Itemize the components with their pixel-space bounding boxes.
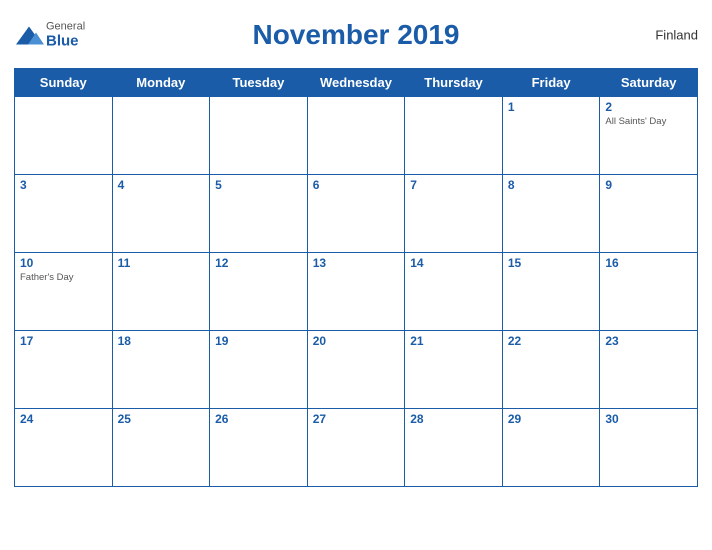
day-number: 22 xyxy=(508,334,595,348)
calendar-day-cell: 27 xyxy=(307,409,405,487)
calendar-day-cell: 6 xyxy=(307,175,405,253)
day-number: 16 xyxy=(605,256,692,270)
logo: General Blue xyxy=(14,21,85,50)
country-label: Finland xyxy=(655,28,698,43)
header-sunday: Sunday xyxy=(15,69,113,97)
calendar-day-cell: 24 xyxy=(15,409,113,487)
calendar-grid: Sunday Monday Tuesday Wednesday Thursday… xyxy=(14,68,698,487)
holiday-label: All Saints' Day xyxy=(605,116,692,127)
logo-blue-text: Blue xyxy=(46,33,79,50)
calendar-day-cell: 13 xyxy=(307,253,405,331)
calendar-day-cell: 10 Father's Day xyxy=(15,253,113,331)
day-number: 15 xyxy=(508,256,595,270)
calendar-day-cell: 17 xyxy=(15,331,113,409)
calendar-day-cell xyxy=(15,97,113,175)
calendar-day-cell: 4 xyxy=(112,175,210,253)
day-number: 27 xyxy=(313,412,400,426)
day-number: 23 xyxy=(605,334,692,348)
day-number: 10 xyxy=(20,256,107,270)
day-number: 7 xyxy=(410,178,497,192)
logo-general-text: General xyxy=(46,21,85,33)
day-number: 2 xyxy=(605,100,692,114)
header-thursday: Thursday xyxy=(405,69,503,97)
holiday-label: Father's Day xyxy=(20,272,107,283)
logo-text: General Blue xyxy=(46,21,85,50)
calendar-day-cell xyxy=(405,97,503,175)
calendar-day-cell: 11 xyxy=(112,253,210,331)
day-number: 8 xyxy=(508,178,595,192)
day-number: 18 xyxy=(118,334,205,348)
day-number: 19 xyxy=(215,334,302,348)
header-friday: Friday xyxy=(502,69,600,97)
calendar-day-cell: 12 xyxy=(210,253,308,331)
day-number: 5 xyxy=(215,178,302,192)
day-number: 9 xyxy=(605,178,692,192)
calendar-day-cell: 9 xyxy=(600,175,698,253)
calendar-day-cell: 30 xyxy=(600,409,698,487)
calendar-day-cell: 29 xyxy=(502,409,600,487)
calendar-title: November 2019 xyxy=(252,19,459,51)
day-number: 6 xyxy=(313,178,400,192)
calendar-week-row: 17 18 19 20 21 22 23 xyxy=(15,331,698,409)
logo-mountain-icon xyxy=(14,24,44,46)
calendar-day-cell: 7 xyxy=(405,175,503,253)
calendar-day-cell: 2 All Saints' Day xyxy=(600,97,698,175)
calendar-container: General Blue November 2019 Finland Sunda… xyxy=(0,0,712,550)
day-number: 20 xyxy=(313,334,400,348)
calendar-day-cell: 20 xyxy=(307,331,405,409)
calendar-day-cell: 1 xyxy=(502,97,600,175)
day-number: 28 xyxy=(410,412,497,426)
calendar-week-row: 3456789 xyxy=(15,175,698,253)
day-number: 30 xyxy=(605,412,692,426)
day-number: 12 xyxy=(215,256,302,270)
header-monday: Monday xyxy=(112,69,210,97)
calendar-day-cell: 18 xyxy=(112,331,210,409)
weekday-header-row: Sunday Monday Tuesday Wednesday Thursday… xyxy=(15,69,698,97)
day-number: 29 xyxy=(508,412,595,426)
day-number: 13 xyxy=(313,256,400,270)
day-number: 24 xyxy=(20,412,107,426)
day-number: 1 xyxy=(508,100,595,114)
calendar-day-cell: 23 xyxy=(600,331,698,409)
day-number: 3 xyxy=(20,178,107,192)
calendar-week-row: 12 All Saints' Day xyxy=(15,97,698,175)
calendar-day-cell: 28 xyxy=(405,409,503,487)
header-saturday: Saturday xyxy=(600,69,698,97)
calendar-day-cell: 5 xyxy=(210,175,308,253)
calendar-day-cell: 16 xyxy=(600,253,698,331)
header-wednesday: Wednesday xyxy=(307,69,405,97)
day-number: 11 xyxy=(118,256,205,270)
calendar-day-cell: 8 xyxy=(502,175,600,253)
calendar-day-cell: 14 xyxy=(405,253,503,331)
calendar-day-cell xyxy=(112,97,210,175)
calendar-day-cell: 26 xyxy=(210,409,308,487)
day-number: 26 xyxy=(215,412,302,426)
calendar-header: General Blue November 2019 Finland xyxy=(14,10,698,60)
calendar-day-cell xyxy=(307,97,405,175)
calendar-day-cell: 3 xyxy=(15,175,113,253)
day-number: 4 xyxy=(118,178,205,192)
calendar-day-cell: 25 xyxy=(112,409,210,487)
header-tuesday: Tuesday xyxy=(210,69,308,97)
calendar-day-cell xyxy=(210,97,308,175)
calendar-week-row: 10 Father's Day 11 12 13 14 15 16 xyxy=(15,253,698,331)
calendar-day-cell: 15 xyxy=(502,253,600,331)
calendar-day-cell: 21 xyxy=(405,331,503,409)
calendar-day-cell: 22 xyxy=(502,331,600,409)
calendar-day-cell: 19 xyxy=(210,331,308,409)
calendar-week-row: 24 25 26 27 28 29 30 xyxy=(15,409,698,487)
day-number: 25 xyxy=(118,412,205,426)
day-number: 21 xyxy=(410,334,497,348)
day-number: 17 xyxy=(20,334,107,348)
day-number: 14 xyxy=(410,256,497,270)
